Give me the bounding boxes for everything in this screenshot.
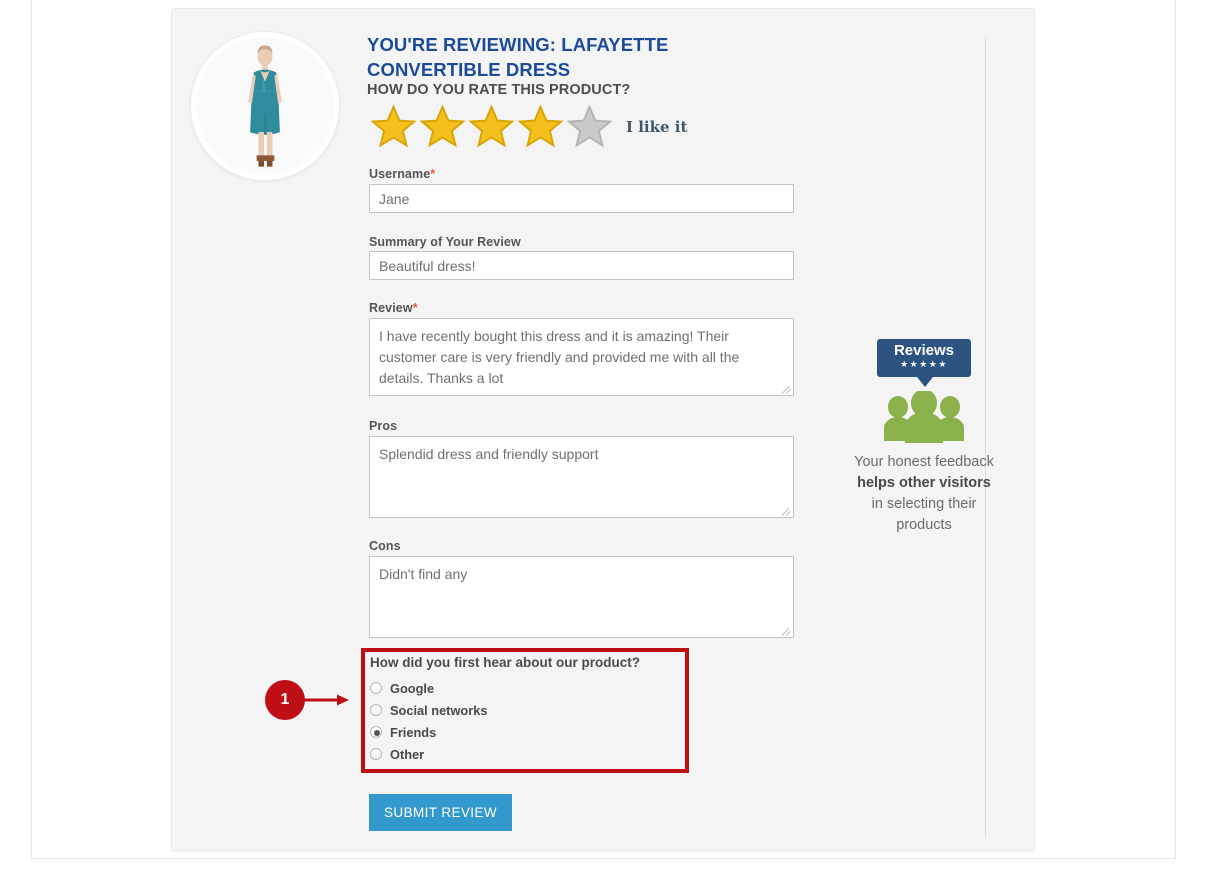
pros-label: Pros bbox=[369, 419, 398, 433]
submit-review-button[interactable]: SUBMIT REVIEW bbox=[369, 794, 512, 831]
radio-label: Friends bbox=[390, 724, 437, 740]
sidebar-message-line-1: Your honest feedback bbox=[854, 454, 994, 470]
reviews-badge: Reviews ★★★★★ bbox=[877, 339, 971, 377]
annotation-arrow-icon bbox=[303, 694, 349, 706]
radio-icon-selected[interactable] bbox=[370, 726, 382, 738]
pros-textarea[interactable] bbox=[369, 436, 794, 518]
star-rating-control[interactable]: I like it bbox=[369, 103, 687, 150]
review-label-text: Review bbox=[369, 301, 413, 315]
radio-option-other[interactable]: Other bbox=[370, 743, 487, 765]
rating-question-label: HOW DO YOU RATE THIS PRODUCT? bbox=[367, 82, 631, 98]
source-question-radio-group[interactable]: Google Social networks Friends Other bbox=[370, 677, 487, 765]
star-icon-5[interactable] bbox=[565, 103, 614, 150]
radio-icon[interactable] bbox=[370, 682, 382, 694]
cons-label: Cons bbox=[369, 539, 401, 553]
star-icon-3[interactable] bbox=[467, 103, 516, 150]
reviews-badge-tail bbox=[917, 377, 933, 387]
radio-icon[interactable] bbox=[370, 748, 382, 760]
dress-photo-icon bbox=[196, 37, 334, 175]
reviews-badge-title: Reviews bbox=[893, 342, 955, 359]
radio-option-social-networks[interactable]: Social networks bbox=[370, 699, 487, 721]
radio-label: Google bbox=[390, 680, 435, 696]
cons-textarea[interactable] bbox=[369, 556, 794, 638]
source-question-legend: How did you first hear about our product… bbox=[370, 655, 640, 670]
column-divider bbox=[985, 37, 986, 837]
reviews-badge-stars-icon: ★★★★★ bbox=[900, 359, 948, 369]
annotation-badge-1: 1 bbox=[265, 680, 305, 720]
sidebar-message-line-4: products bbox=[896, 517, 952, 533]
summary-label: Summary of Your Review bbox=[369, 235, 521, 249]
required-marker: * bbox=[430, 167, 436, 181]
summary-input[interactable] bbox=[369, 251, 794, 280]
username-input[interactable] bbox=[369, 184, 794, 213]
radio-icon[interactable] bbox=[370, 704, 382, 716]
page-title: YOU'RE REVIEWING: LAFAYETTE CONVERTIBLE … bbox=[367, 34, 669, 80]
required-marker: * bbox=[412, 301, 418, 315]
review-textarea[interactable] bbox=[369, 318, 794, 396]
radio-label: Other bbox=[390, 746, 425, 762]
product-thumbnail bbox=[191, 32, 339, 180]
username-label-text: Username bbox=[369, 167, 431, 181]
username-label: Username* bbox=[369, 167, 435, 181]
review-label: Review* bbox=[369, 301, 418, 315]
star-icon-4[interactable] bbox=[516, 103, 565, 150]
people-group-icon bbox=[884, 391, 964, 443]
sidebar-message: Your honest feedback helps other visitor… bbox=[824, 452, 1024, 536]
sidebar-message-line-3: in selecting their bbox=[871, 496, 977, 512]
page-root: YOU'RE REVIEWING: LAFAYETTE CONVERTIBLE … bbox=[0, 0, 1206, 869]
rating-label: I like it bbox=[626, 117, 688, 136]
radio-option-friends[interactable]: Friends bbox=[370, 721, 487, 743]
star-icon-2[interactable] bbox=[418, 103, 467, 150]
radio-option-google[interactable]: Google bbox=[370, 677, 487, 699]
radio-label: Social networks bbox=[390, 702, 488, 718]
star-icon-1[interactable] bbox=[369, 103, 418, 150]
sidebar-message-line-2: helps other visitors bbox=[857, 475, 991, 491]
